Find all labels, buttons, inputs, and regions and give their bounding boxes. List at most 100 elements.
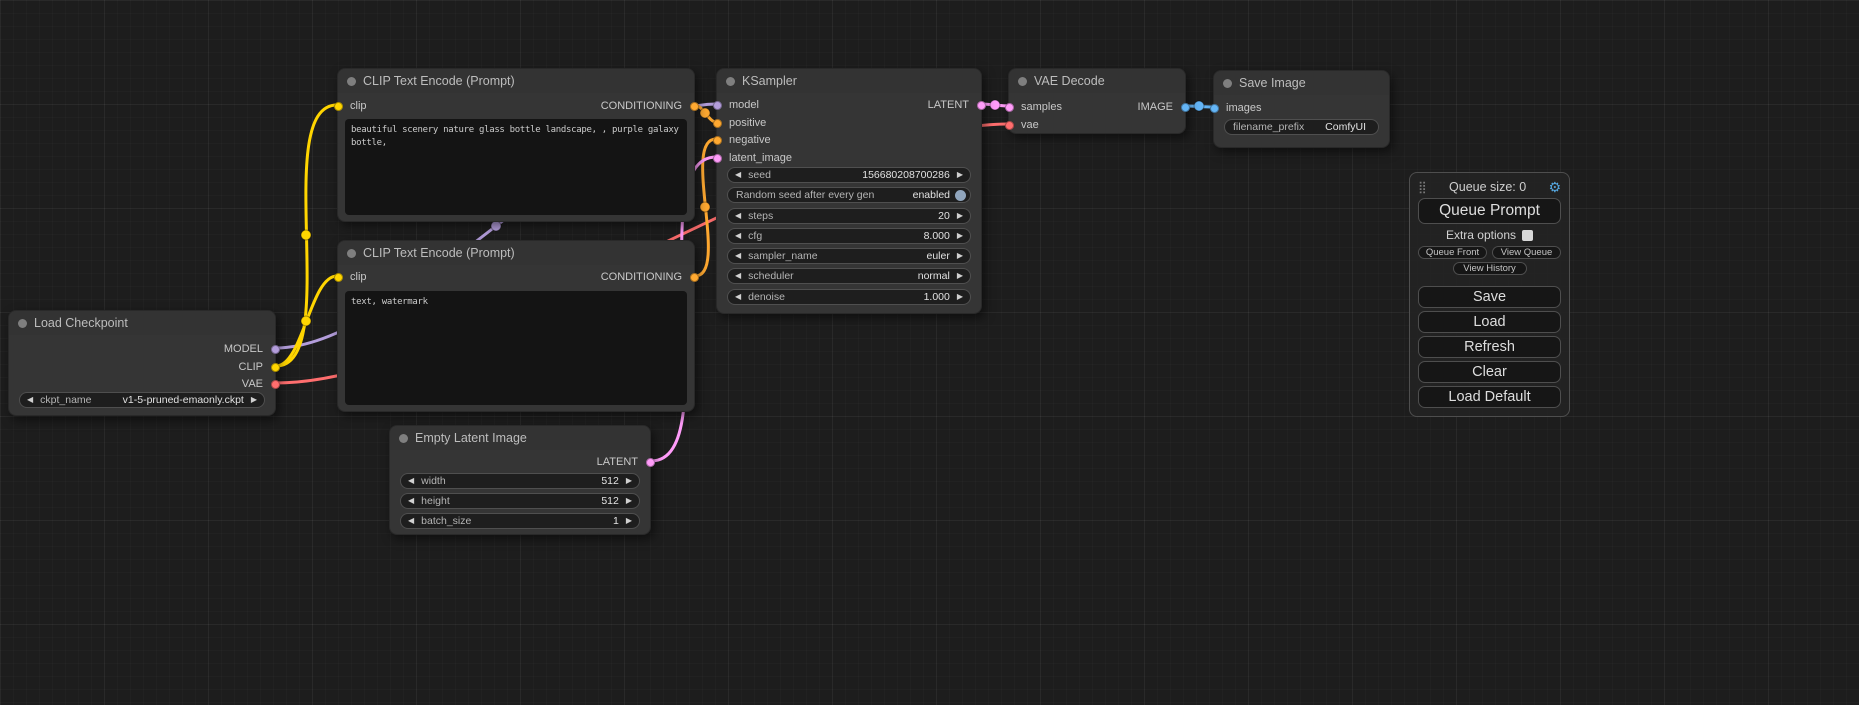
conditioning-slot-dot[interactable]: [713, 119, 722, 128]
node-load-checkpoint[interactable]: Load Checkpoint MODEL CLIP VAE ◀ ckpt_na…: [8, 310, 276, 416]
image-slot-dot[interactable]: [1210, 104, 1219, 113]
wire-load_checkpoint.CLIP-to-clip_negative.clip: [276, 276, 337, 366]
widget-value: normal: [918, 270, 950, 282]
collapse-dot-icon[interactable]: [347, 77, 356, 86]
node-empty-latent-image[interactable]: Empty Latent Image LATENT ◀ width 512 ▶ …: [389, 425, 651, 535]
conditioning-slot-dot[interactable]: [690, 102, 699, 111]
widget-value: v1-5-pruned-emaonly.ckpt: [123, 394, 244, 406]
sampler-name-widget[interactable]: ◀ sampler_name euler ▶: [727, 248, 971, 264]
decrement-arrow-icon[interactable]: ◀: [735, 232, 741, 240]
collapse-dot-icon[interactable]: [1223, 79, 1232, 88]
collapse-dot-icon[interactable]: [18, 319, 27, 328]
load-default-button[interactable]: Load Default: [1418, 386, 1561, 408]
random-seed-toggle-widget[interactable]: Random seed after every gen enabled: [727, 187, 971, 203]
toggle-knob[interactable]: [955, 190, 966, 201]
clip-slot-dot[interactable]: [334, 102, 343, 111]
node-title-bar[interactable]: KSampler: [717, 69, 981, 93]
decrement-arrow-icon[interactable]: ◀: [408, 477, 414, 485]
vae-slot-dot[interactable]: [1005, 121, 1014, 130]
latent-slot-dot[interactable]: [1005, 103, 1014, 112]
increment-arrow-icon[interactable]: ▶: [626, 497, 632, 505]
output-slot-model: MODEL: [224, 341, 275, 357]
model-slot-dot[interactable]: [713, 101, 722, 110]
node-title-bar[interactable]: Save Image: [1214, 71, 1389, 95]
decrement-arrow-icon[interactable]: ◀: [735, 293, 741, 301]
collapse-dot-icon[interactable]: [347, 249, 356, 258]
batch-size-widget[interactable]: ◀ batch_size 1 ▶: [400, 513, 640, 529]
slot-label: MODEL: [224, 343, 263, 355]
slot-label: clip: [350, 271, 367, 283]
next-value-arrow-icon[interactable]: ▶: [957, 252, 963, 260]
slot-label: positive: [729, 117, 766, 129]
next-value-arrow-icon[interactable]: ▶: [957, 272, 963, 280]
node-save-image[interactable]: Save Image images filename_prefix ComfyU…: [1213, 70, 1390, 148]
node-title-bar[interactable]: VAE Decode: [1009, 69, 1185, 93]
widget-value: 1.000: [924, 291, 950, 303]
negative-prompt-textarea[interactable]: text, watermark: [345, 291, 687, 405]
wire-midpoint-dot: [700, 202, 710, 212]
positive-prompt-textarea[interactable]: beautiful scenery nature glass bottle la…: [345, 119, 687, 215]
clip-slot-dot[interactable]: [334, 273, 343, 282]
increment-arrow-icon[interactable]: ▶: [957, 232, 963, 240]
model-slot-dot[interactable]: [271, 345, 280, 354]
latent-slot-dot[interactable]: [646, 458, 655, 467]
conditioning-slot-dot[interactable]: [713, 136, 722, 145]
view-queue-button[interactable]: View Queue: [1492, 246, 1561, 259]
increment-arrow-icon[interactable]: ▶: [626, 517, 632, 525]
decrement-arrow-icon[interactable]: ◀: [408, 517, 414, 525]
conditioning-slot-dot[interactable]: [690, 273, 699, 282]
settings-gear-icon[interactable]: ⚙: [1548, 179, 1561, 196]
input-slot-images: images: [1214, 100, 1261, 116]
prev-value-arrow-icon[interactable]: ◀: [735, 272, 741, 280]
prev-value-arrow-icon[interactable]: ◀: [27, 396, 33, 404]
clip-slot-dot[interactable]: [271, 363, 280, 372]
node-title-bar[interactable]: Empty Latent Image: [390, 426, 650, 450]
collapse-dot-icon[interactable]: [726, 77, 735, 86]
widget-label: batch_size: [421, 515, 471, 527]
denoise-widget[interactable]: ◀ denoise 1.000 ▶: [727, 289, 971, 305]
width-widget[interactable]: ◀ width 512 ▶: [400, 473, 640, 489]
increment-arrow-icon[interactable]: ▶: [957, 212, 963, 220]
node-title-bar[interactable]: CLIP Text Encode (Prompt): [338, 241, 694, 265]
node-clip-text-encode-positive[interactable]: CLIP Text Encode (Prompt) clip CONDITION…: [337, 68, 695, 222]
decrement-arrow-icon[interactable]: ◀: [408, 497, 414, 505]
increment-arrow-icon[interactable]: ▶: [957, 171, 963, 179]
next-value-arrow-icon[interactable]: ▶: [251, 396, 257, 404]
increment-arrow-icon[interactable]: ▶: [957, 293, 963, 301]
latent-slot-dot[interactable]: [713, 154, 722, 163]
decrement-arrow-icon[interactable]: ◀: [735, 171, 741, 179]
collapse-dot-icon[interactable]: [399, 434, 408, 443]
cfg-widget[interactable]: ◀ cfg 8.000 ▶: [727, 228, 971, 244]
slot-label: model: [729, 99, 759, 111]
seed-widget[interactable]: ◀ seed 156680208700286 ▶: [727, 167, 971, 183]
queue-prompt-button[interactable]: Queue Prompt: [1418, 198, 1561, 224]
clear-button[interactable]: Clear: [1418, 361, 1561, 383]
wire-midpoint-dot: [1194, 101, 1204, 111]
prev-value-arrow-icon[interactable]: ◀: [735, 252, 741, 260]
load-button[interactable]: Load: [1418, 311, 1561, 333]
increment-arrow-icon[interactable]: ▶: [626, 477, 632, 485]
steps-widget[interactable]: ◀ steps 20 ▶: [727, 208, 971, 224]
image-slot-dot[interactable]: [1181, 103, 1190, 112]
save-button[interactable]: Save: [1418, 286, 1561, 308]
collapse-dot-icon[interactable]: [1018, 77, 1027, 86]
output-slot-conditioning: CONDITIONING: [601, 269, 694, 285]
decrement-arrow-icon[interactable]: ◀: [735, 212, 741, 220]
node-title-bar[interactable]: Load Checkpoint: [9, 311, 275, 335]
node-ksampler[interactable]: KSampler model positive negative latent_…: [716, 68, 982, 314]
node-clip-text-encode-negative[interactable]: CLIP Text Encode (Prompt) clip CONDITION…: [337, 240, 695, 412]
extra-options-checkbox[interactable]: [1522, 230, 1533, 241]
height-widget[interactable]: ◀ height 512 ▶: [400, 493, 640, 509]
node-title-bar[interactable]: CLIP Text Encode (Prompt): [338, 69, 694, 93]
drag-handle-icon[interactable]: ⣿: [1418, 180, 1427, 194]
scheduler-widget[interactable]: ◀ scheduler normal ▶: [727, 268, 971, 284]
node-vae-decode[interactable]: VAE Decode samples vae IMAGE: [1008, 68, 1186, 134]
view-history-button[interactable]: View History: [1453, 262, 1527, 275]
input-slot-model: model: [717, 97, 759, 113]
queue-front-button[interactable]: Queue Front: [1418, 246, 1487, 259]
latent-slot-dot[interactable]: [977, 101, 986, 110]
vae-slot-dot[interactable]: [271, 380, 280, 389]
ckpt-name-widget[interactable]: ◀ ckpt_name v1-5-pruned-emaonly.ckpt ▶: [19, 392, 265, 408]
refresh-button[interactable]: Refresh: [1418, 336, 1561, 358]
filename-prefix-widget[interactable]: filename_prefix ComfyUI: [1224, 119, 1379, 135]
